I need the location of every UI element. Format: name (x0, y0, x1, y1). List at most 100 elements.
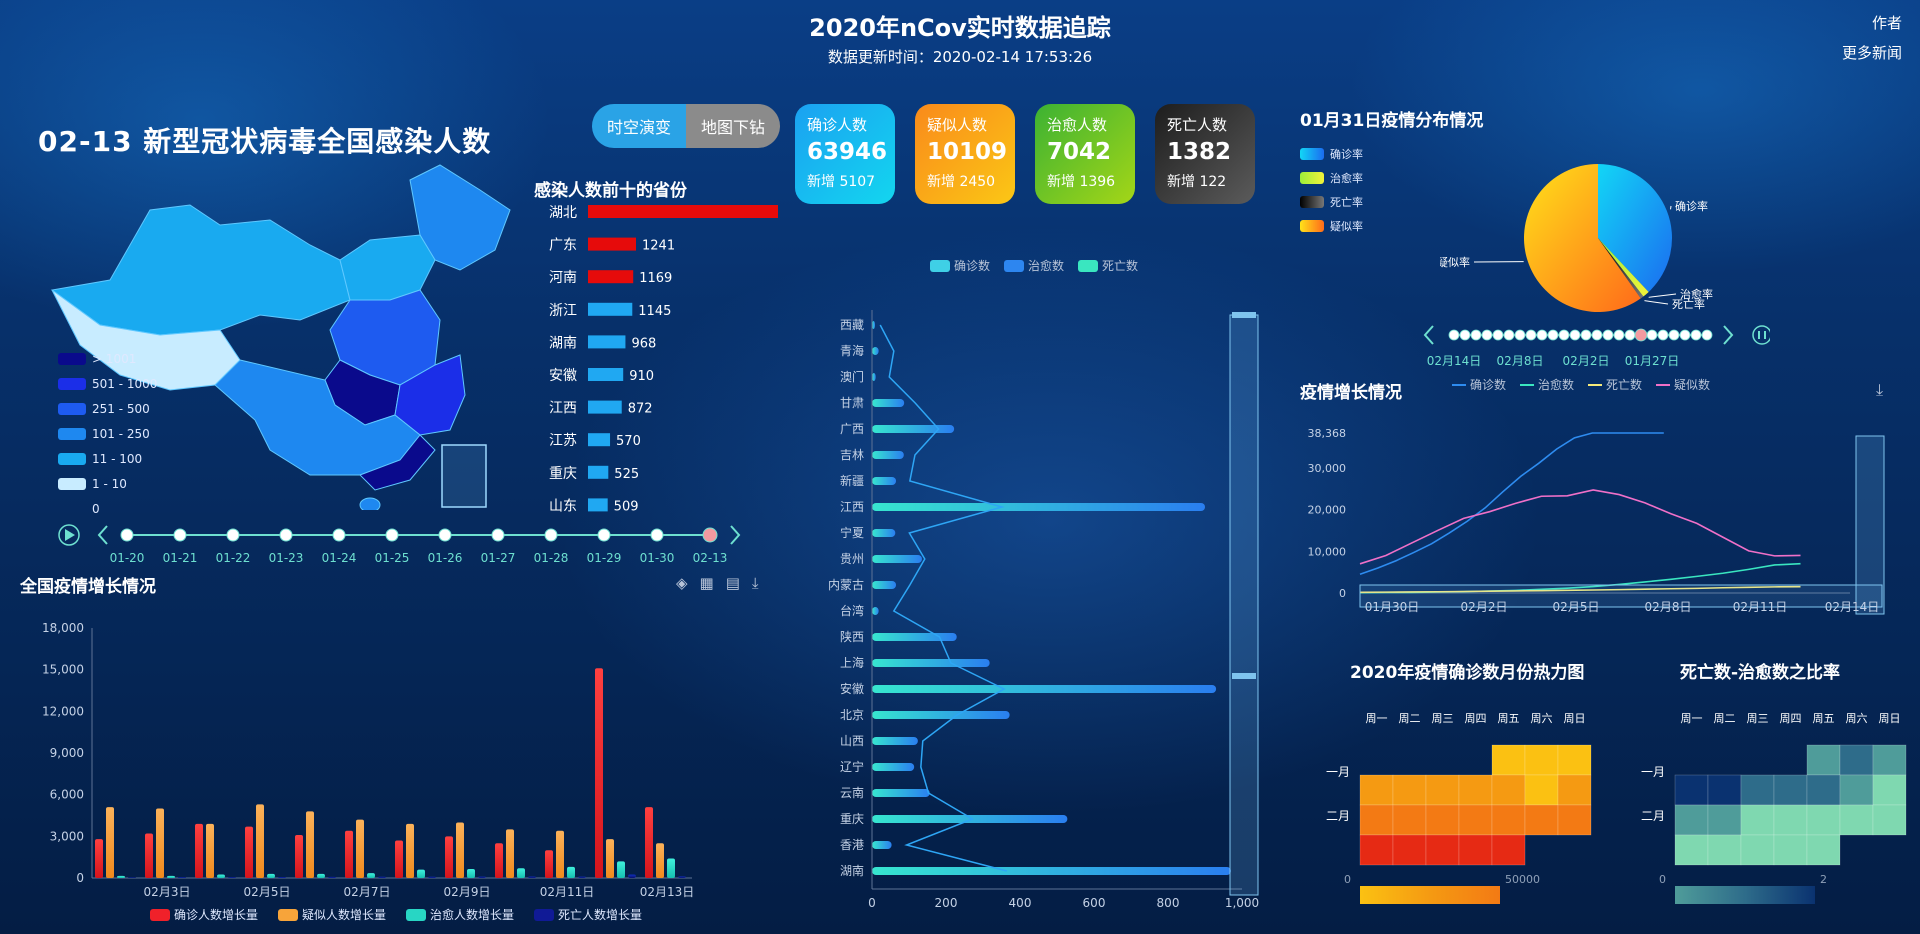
timeline-dot (385, 528, 399, 542)
province-name: 浙江 (549, 303, 577, 319)
heat-cell (1773, 774, 1808, 806)
province-value: 525 (614, 467, 639, 482)
heat-cell (1872, 774, 1907, 806)
visualmap-bar (1675, 886, 1815, 904)
province-bar (872, 659, 990, 667)
timeline-dot (1602, 329, 1614, 341)
bar-确诊人数增长量 (95, 839, 103, 878)
province-label: 北京 (840, 708, 864, 722)
province-label: 青海 (840, 343, 864, 358)
pie-timeline[interactable]: 02月14日 02月8日 02月2日 01月27日 (1420, 322, 1770, 370)
heat-cell (1806, 804, 1841, 836)
province-bar (872, 555, 922, 563)
bar-死亡人数增长量 (228, 877, 236, 878)
pause-icon (1752, 325, 1770, 345)
line-legend-item: 死亡数 (1588, 376, 1642, 393)
grid-icon[interactable]: ▦ (700, 574, 714, 592)
legend-label: 0 (92, 501, 100, 516)
province-bar (872, 451, 904, 459)
heat-x: 周五 (1813, 712, 1835, 725)
heat-cell (1806, 834, 1841, 866)
heat-cell (1674, 804, 1709, 836)
bar-疑似人数增长量 (206, 823, 214, 878)
province-name: 广东 (549, 238, 577, 254)
heat-cell (1524, 774, 1559, 806)
pie-legend: 确诊率 治愈率 死亡率 疑似率 (1300, 146, 1363, 242)
card-cured: 治愈人数 7042 新增 1396 (1035, 104, 1135, 204)
province-value: 968 (631, 336, 656, 351)
timeline-dot (1514, 329, 1526, 341)
legend-swatch (1300, 148, 1324, 160)
legend-swatch (1588, 383, 1603, 386)
timeline-label: 02月2日 (1563, 354, 1610, 368)
daily-legend-item: 确诊人数增长量 (150, 906, 258, 923)
x-tick: 0 (868, 896, 876, 910)
legend-label: 治愈人数增长量 (430, 908, 515, 922)
province-label: 重庆 (840, 812, 864, 826)
download-icon[interactable]: ⤓ (1876, 380, 1883, 400)
bar-治愈人数增长量 (467, 868, 475, 878)
timeline-dot (1668, 329, 1680, 341)
author-link[interactable]: 作者 (1872, 12, 1902, 33)
card-new: 新增 5107 (807, 174, 876, 190)
daily-toolbox: ◈ ▦ ▤ ⤓ (676, 574, 759, 592)
bar-疑似人数增长量 (556, 830, 564, 878)
download-icon[interactable]: ⤓ (752, 574, 759, 592)
heat-cell (1359, 804, 1394, 836)
heat-x: 周日 (1564, 712, 1586, 725)
x-tick: 02月7日 (344, 885, 391, 899)
heat-y: 一月 (1326, 765, 1350, 779)
line-疑似数 (1359, 489, 1801, 565)
province-value: 910 (629, 369, 654, 384)
timeline-dot (1701, 329, 1713, 341)
province-bar (872, 581, 897, 589)
y-tick: 18,000 (42, 621, 84, 635)
data-view-icon[interactable]: ▤ (726, 574, 740, 592)
province-label: 西藏 (840, 318, 864, 332)
heat-x: 周一 (1366, 712, 1388, 725)
bar-治愈人数增长量 (117, 875, 125, 878)
legend-label: 治愈数 (1538, 378, 1575, 392)
pie-title: 01月31日疫情分布情况 (1300, 111, 1484, 131)
province-bar (872, 841, 892, 849)
province-chart: 西藏青海澳门甘肃广西吉林新疆江西宁夏贵州内蒙古台湾陕西上海安徽北京山西辽宁云南重… (828, 310, 1259, 910)
province-label: 上海 (840, 655, 864, 670)
map-legend-item: > 1001 (58, 350, 157, 367)
legend-swatch (1300, 172, 1324, 184)
province-bar (588, 335, 626, 349)
bar-治愈人数增长量 (317, 873, 325, 878)
timeline-dot (1591, 329, 1603, 341)
province-label: 宁夏 (840, 525, 864, 540)
legend-swatch (930, 259, 950, 272)
legend-label: 501 - 1000 (92, 376, 158, 391)
legend-swatch (58, 402, 86, 415)
province-value: 1241 (642, 239, 675, 254)
timeline-dot (1558, 329, 1570, 341)
heat-cell (1491, 804, 1526, 836)
timeline-dot (1613, 329, 1625, 341)
province-label: 湖南 (840, 863, 864, 878)
layers-icon[interactable]: ◈ (676, 574, 688, 592)
heat-x: 周二 (1399, 712, 1421, 725)
map-timeline[interactable]: 01-20 01-21 01-22 01-23 01-24 01-25 01-26 01-27… (55, 520, 745, 570)
heat-cell (1392, 804, 1427, 836)
more-news-link[interactable]: 更多新闻 (1842, 42, 1902, 63)
timeline-label: 01-20 (110, 551, 145, 565)
view-tabs: 时空演变 地图下钻 (592, 104, 780, 148)
heat-x: 周四 (1465, 712, 1487, 725)
x-tick: 1,000 (1225, 896, 1259, 910)
tab-map-drilldown[interactable]: 地图下钻 (686, 104, 780, 148)
timeline-dot (1624, 329, 1636, 341)
province-label: 云南 (840, 785, 864, 800)
timeline-dot (1690, 329, 1702, 341)
bar-疑似人数增长量 (356, 819, 364, 878)
heat-cell (1872, 744, 1907, 776)
tab-spatiotemporal[interactable]: 时空演变 (592, 104, 686, 148)
pie-legend-item: 确诊率 (1300, 146, 1363, 162)
legend-label: > 1001 (92, 351, 137, 366)
x-tick: 02月13日 (640, 885, 695, 899)
bar-治愈人数增长量 (367, 873, 375, 878)
top10-title: 感染人数前十的省份 (534, 181, 687, 201)
legend-swatch (58, 352, 86, 365)
heat-cell (1359, 774, 1394, 806)
